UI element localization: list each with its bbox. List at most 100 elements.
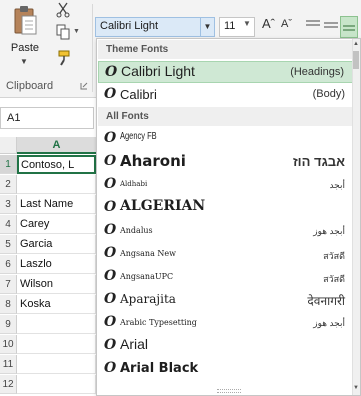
font-sample-text: สวัสดี (323, 251, 345, 261)
grid-row: 3 Last Name (0, 195, 96, 214)
grid-cell[interactable]: Contoso, L (17, 155, 96, 174)
middle-align-icon[interactable] (324, 20, 338, 30)
grid-cell[interactable]: Koska (17, 295, 96, 314)
decrease-font-size-button[interactable]: Aˇ (281, 18, 292, 30)
grid-cell[interactable]: Garcia (17, 235, 96, 254)
select-all-corner[interactable] (0, 137, 17, 154)
clipboard-group-label: Clipboard (6, 80, 54, 92)
resize-grip[interactable] (217, 389, 241, 393)
paste-icon (14, 6, 37, 35)
row-header[interactable]: 5 (0, 235, 17, 254)
grid-row: 11 (0, 355, 96, 374)
row-header[interactable]: 9 (0, 315, 17, 334)
row-header[interactable]: 10 (0, 335, 17, 354)
name-box[interactable]: A1 (0, 107, 94, 129)
row-header[interactable]: 7 (0, 275, 17, 294)
font-name-label: Calibri (120, 87, 157, 102)
font-list-item[interactable]: O Aldhabi أبجد (98, 174, 353, 196)
font-list-item[interactable]: O Agency FB (98, 128, 353, 150)
font-list-item[interactable]: O ALGERIAN (98, 197, 353, 219)
font-type-icon: O (104, 245, 117, 261)
grid-cell[interactable]: Carey (17, 215, 96, 234)
copy-icon[interactable] (56, 24, 70, 40)
copy-dropdown-icon[interactable]: ▼ (73, 28, 80, 35)
grid-row: 10 (0, 335, 96, 354)
font-name-combobox[interactable]: Calibri Light (95, 17, 201, 37)
grid-row: 9 (0, 315, 96, 334)
worksheet-grid: A 1 Contoso, L 2 3 Last Name 4 Carey 5 Garcia 6 La… (0, 137, 96, 396)
font-type-icon: O (104, 268, 117, 284)
font-type-icon: O (104, 222, 117, 238)
font-type-icon: O (104, 86, 117, 102)
font-name-label: ALGERIAN (120, 198, 206, 214)
top-align-icon[interactable] (306, 20, 320, 30)
scroll-up-icon[interactable]: ▲ (352, 41, 360, 49)
font-name-label: Aharoni (120, 152, 186, 170)
cut-icon[interactable] (56, 2, 70, 18)
scroll-thumb[interactable] (353, 51, 359, 69)
grid-cell[interactable]: Last Name (17, 195, 96, 214)
grid-cell[interactable] (17, 315, 96, 334)
font-type-icon: O (105, 64, 118, 80)
scroll-down-icon[interactable]: ▼ (352, 385, 360, 393)
font-list-item[interactable]: O Arabic Typesetting أبجد هوز (98, 312, 353, 334)
paste-dropdown-icon[interactable]: ▼ (20, 57, 28, 66)
font-name-label: Angsana New (120, 249, 176, 258)
font-name-dropdown-icon[interactable]: ▼ (201, 17, 215, 37)
font-list-item[interactable]: O Aparajita देवनागरी (98, 289, 353, 311)
font-type-icon: O (104, 291, 117, 307)
row-header[interactable]: 2 (0, 175, 17, 194)
grid-row: 7 Wilson (0, 275, 96, 294)
font-list-item[interactable]: O Arial (98, 335, 353, 357)
row-header[interactable]: 6 (0, 255, 17, 274)
increase-font-size-button[interactable]: Aˆ (262, 16, 275, 31)
font-type-icon: O (104, 199, 117, 215)
grid-row: 5 Garcia (0, 235, 96, 254)
font-list-item[interactable]: O Calibri Light (Headings) (98, 61, 353, 83)
font-list-item[interactable]: O Andalus أبجد هوز (98, 220, 353, 242)
font-list-item[interactable]: O AngsanaUPC สวัสดี (98, 266, 353, 288)
bottom-align-button[interactable] (340, 16, 358, 38)
dialog-launcher-icon[interactable] (80, 82, 88, 90)
grid-row: 8 Koska (0, 295, 96, 314)
font-size-dropdown-icon[interactable]: ▼ (243, 19, 251, 28)
font-sample-text: (Body) (312, 88, 345, 100)
grid-row: 4 Carey (0, 215, 96, 234)
row-header[interactable]: 8 (0, 295, 17, 314)
font-name-label: Arabic Typesetting (120, 318, 197, 327)
row-header[interactable]: 11 (0, 355, 17, 374)
format-painter-icon[interactable] (57, 50, 73, 66)
font-type-icon: O (104, 130, 117, 146)
font-name-label: Aldhabi (120, 180, 148, 188)
grid-cell[interactable]: Laszlo (17, 255, 96, 274)
font-list-item[interactable]: O Calibri (Body) (98, 84, 353, 106)
font-type-icon: O (104, 360, 117, 376)
grid-row: 1 Contoso, L (0, 155, 96, 174)
grid-cell[interactable] (17, 335, 96, 354)
font-sample-text: (Headings) (290, 66, 344, 78)
grid-cell[interactable] (17, 375, 96, 394)
dropdown-scrollbar[interactable]: ▲ ▼ (352, 39, 360, 395)
font-list-item[interactable]: O Angsana New สวัสดี (98, 243, 353, 265)
paste-button[interactable]: Paste ▼ (4, 2, 46, 72)
font-name-label: Arial (120, 336, 149, 352)
column-header-a[interactable]: A (17, 137, 96, 154)
paste-label: Paste (10, 42, 40, 54)
bottom-align-icon (343, 25, 355, 31)
font-list-item[interactable]: O Aharoni אבגד הוז (98, 151, 353, 173)
grid-row: 12 (0, 375, 96, 394)
row-header[interactable]: 3 (0, 195, 17, 214)
grid-cell[interactable] (17, 355, 96, 374)
grid-cell[interactable]: Wilson (17, 275, 96, 294)
font-name-label: Aparajita (120, 292, 176, 306)
font-sample-text: أبجد هوز (313, 318, 345, 328)
group-divider (92, 4, 93, 92)
row-header[interactable]: 1 (0, 155, 17, 174)
font-sample-text: أبجد (329, 180, 345, 190)
row-header[interactable]: 12 (0, 375, 17, 394)
grid-cell[interactable] (17, 175, 96, 194)
font-sample-text: สวัสดี (323, 274, 345, 284)
row-header[interactable]: 4 (0, 215, 17, 234)
font-type-icon: O (104, 153, 117, 169)
font-list-item[interactable]: O Arial Black (98, 358, 353, 380)
